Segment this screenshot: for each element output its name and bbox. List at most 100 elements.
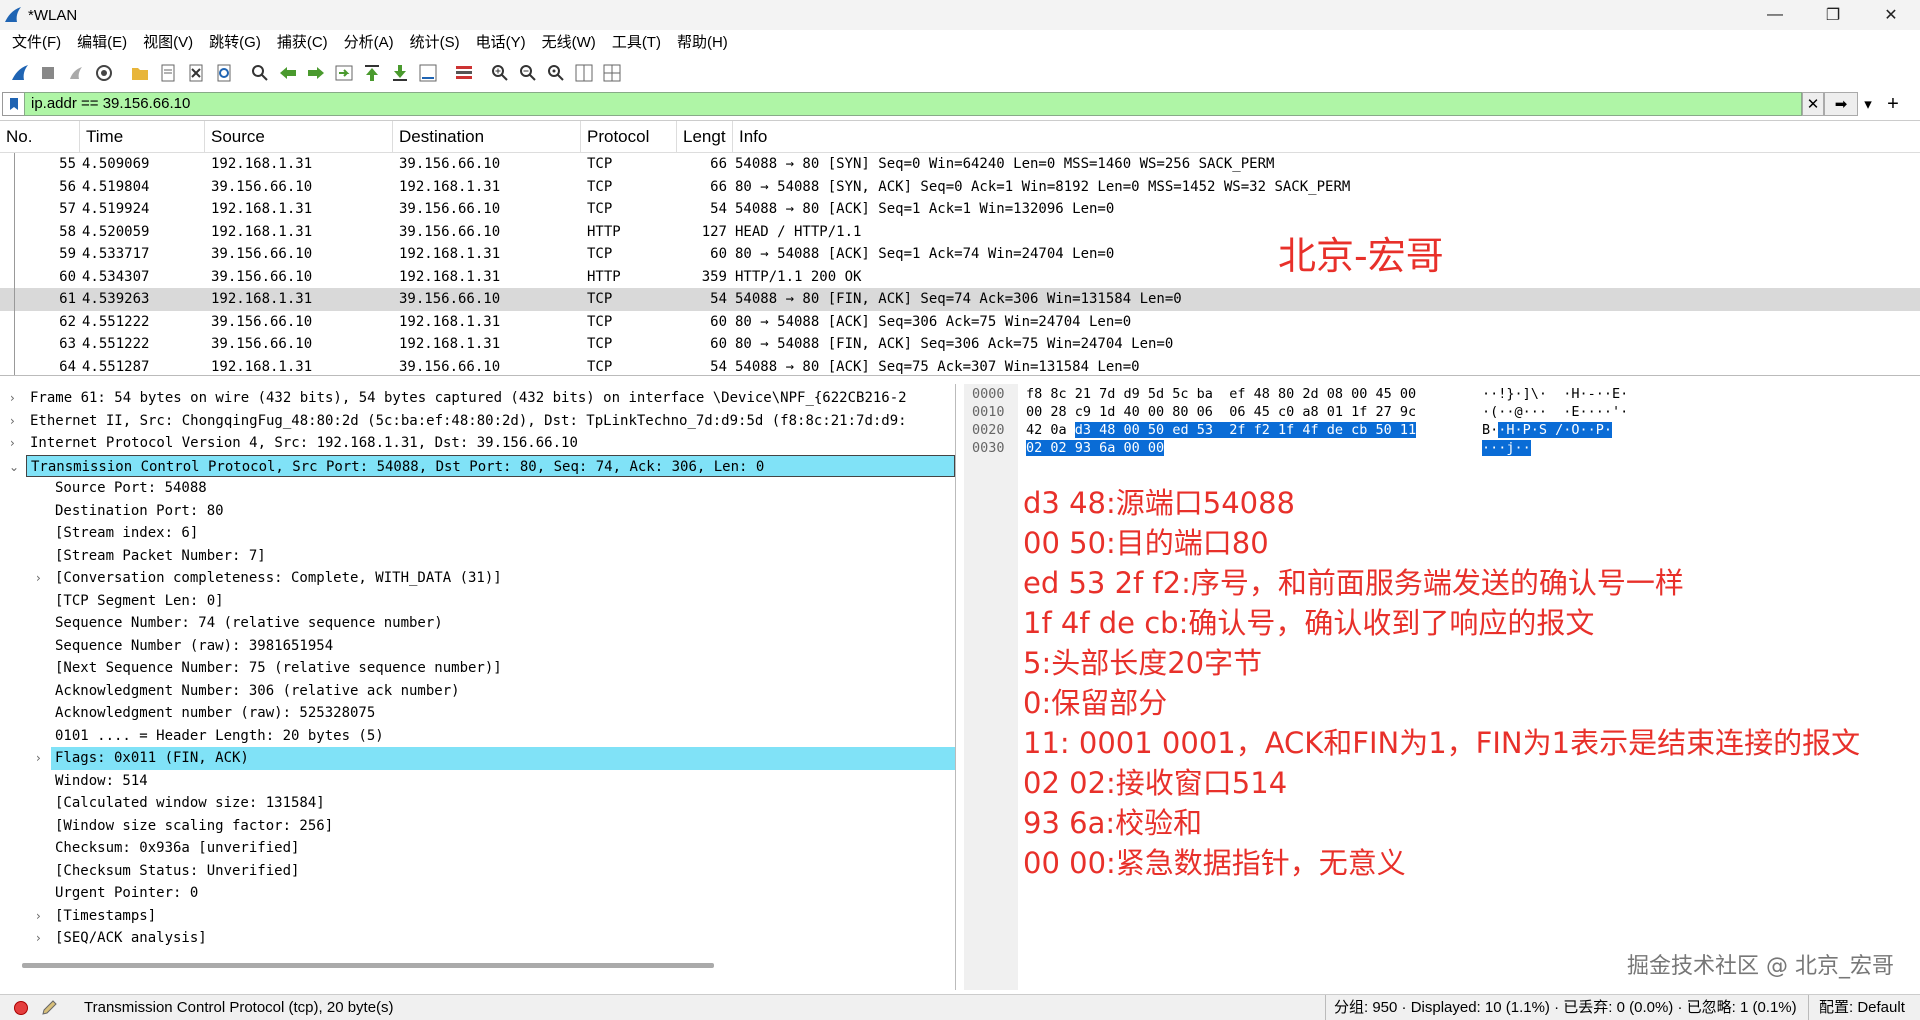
zoom-in-icon[interactable] xyxy=(486,60,514,86)
bytes-ascii-row[interactable]: B··H·P·S /·O··P· xyxy=(1482,421,1613,439)
menu-wireless[interactable]: 无线(W) xyxy=(534,30,604,56)
detail-seq-ack-analysis[interactable]: › [SEQ/ACK analysis] xyxy=(0,927,955,950)
bytes-hex-row[interactable]: 42 0a d3 48 00 50 ed 53 2f f2 1f 4f de c… xyxy=(1026,421,1417,439)
menu-edit[interactable]: 编辑(E) xyxy=(69,30,135,56)
detail-tcp[interactable]: ⌄ Transmission Control Protocol, Src Port… xyxy=(9,454,955,477)
apply-filter-icon[interactable]: ➡ xyxy=(1824,92,1858,116)
add-filter-button-icon[interactable]: + xyxy=(1878,92,1908,116)
go-to-packet-icon[interactable] xyxy=(330,60,358,86)
packet-row[interactable]: 57 4.519924 192.168.1.31 39.156.66.10 TCP 54 5… xyxy=(0,198,1920,221)
go-forward-icon[interactable] xyxy=(302,60,330,86)
column-header-no[interactable]: No. xyxy=(0,121,80,153)
reload-file-icon[interactable] xyxy=(210,60,238,86)
detail-checksum[interactable]: Checksum: 0x936a [unverified] xyxy=(0,837,955,860)
menu-go[interactable]: 跳转(G) xyxy=(201,30,269,56)
packet-cell-no: 63 xyxy=(59,336,76,353)
bytes-ascii-row[interactable]: ·(··@··· ·E····'· xyxy=(1482,403,1628,421)
detail-ack-number-raw[interactable]: Acknowledgment number (raw): 525328075 xyxy=(0,702,955,725)
last-packet-icon[interactable] xyxy=(386,60,414,86)
bytes-hex-row[interactable]: 02 02 93 6a 00 00 xyxy=(1026,439,1165,457)
packet-row[interactable]: 59 4.533717 39.156.66.10 192.168.1.31 TCP 60 8… xyxy=(0,243,1920,266)
find-packet-icon[interactable] xyxy=(246,60,274,86)
start-capture-icon[interactable] xyxy=(6,60,34,86)
detail-checksum-status[interactable]: [Checksum Status: Unverified] xyxy=(0,860,955,883)
capture-comment-icon[interactable] xyxy=(40,999,58,1017)
column-header-protocol[interactable]: Protocol xyxy=(581,121,677,153)
menu-view[interactable]: 视图(V) xyxy=(135,30,201,56)
detail-flags[interactable]: › Flags: 0x011 (FIN, ACK) xyxy=(36,747,955,770)
first-packet-icon[interactable] xyxy=(358,60,386,86)
column-header-time[interactable]: Time xyxy=(80,121,205,153)
bytes-ascii-row[interactable]: ··!}·]\· ·H·-··E· xyxy=(1482,385,1628,403)
packet-row[interactable]: 64 4.551287 192.168.1.31 39.156.66.10 TCP 54 5… xyxy=(0,355,1920,375)
details-horizontal-scrollbar[interactable] xyxy=(22,963,714,968)
bytes-ascii-row[interactable]: ···j·· xyxy=(1482,439,1531,457)
detail-segment-len[interactable]: [TCP Segment Len: 0] xyxy=(0,590,955,613)
expand-columns-icon[interactable] xyxy=(598,60,626,86)
detail-sequence-number[interactable]: Sequence Number: 74 (relative sequence n… xyxy=(0,612,955,635)
save-file-icon[interactable] xyxy=(154,60,182,86)
zoom-reset-icon[interactable] xyxy=(542,60,570,86)
restore-button[interactable]: ❐ xyxy=(1804,0,1862,30)
detail-urgent-pointer[interactable]: Urgent Pointer: 0 xyxy=(0,882,955,905)
status-profile[interactable]: 配置: Default xyxy=(1808,995,1905,1020)
column-header-info[interactable]: Info xyxy=(733,121,1920,153)
column-header-source[interactable]: Source xyxy=(205,121,393,153)
capture-options-icon[interactable] xyxy=(90,60,118,86)
restart-capture-icon[interactable] xyxy=(62,60,90,86)
detail-ip[interactable]: › Internet Protocol Version 4, Src: 192.1… xyxy=(0,432,955,455)
menu-capture[interactable]: 捕获(C) xyxy=(269,30,336,56)
bytes-hex-row[interactable]: 00 28 c9 1d 40 00 80 06 06 45 c0 a8 01 1… xyxy=(1026,403,1416,421)
detail-next-sequence-number[interactable]: [Next Sequence Number: 75 (relative sequ… xyxy=(0,657,955,680)
go-back-icon[interactable] xyxy=(274,60,302,86)
detail-conversation-completeness[interactable]: › [Conversation completeness: Complete, W… xyxy=(0,567,955,590)
menu-tools[interactable]: 工具(T) xyxy=(604,30,669,56)
detail-timestamps[interactable]: › [Timestamps] xyxy=(0,905,955,928)
detail-sequence-number-raw[interactable]: Sequence Number (raw): 3981651954 xyxy=(0,635,955,658)
auto-scroll-icon[interactable] xyxy=(414,60,442,86)
detail-ethernet[interactable]: › Ethernet II, Src: ChongqingFug_48:80:2d… xyxy=(0,410,955,433)
packet-row[interactable]: 60 4.534307 39.156.66.10 192.168.1.31 HTTP 35… xyxy=(0,265,1920,288)
detail-source-port[interactable]: Source Port: 54088 xyxy=(0,477,955,500)
packet-cell-proto: TCP xyxy=(587,336,613,353)
bytes-hex-row[interactable]: f8 8c 21 7d d9 5d 5c ba ef 48 80 2d 08 0… xyxy=(1026,385,1416,403)
clear-filter-icon[interactable]: ✕ xyxy=(1802,92,1824,116)
menu-file[interactable]: 文件(F) xyxy=(4,30,69,56)
menu-analyze[interactable]: 分析(A) xyxy=(336,30,402,56)
filter-history-dropdown-icon[interactable]: ▾ xyxy=(1858,92,1878,116)
column-header-length[interactable]: Lengt xyxy=(677,121,733,153)
packet-row[interactable]: 63 4.551222 39.156.66.10 192.168.1.31 TCP 60 8… xyxy=(0,333,1920,356)
packet-row[interactable]: 61 4.539263 192.168.1.31 39.156.66.10 TCP 54 5… xyxy=(0,288,1920,311)
detail-header-length[interactable]: 0101 .... = Header Length: 20 bytes (5) xyxy=(0,725,955,748)
packet-row[interactable]: 55 4.509069 192.168.1.31 39.156.66.10 TCP 66 5… xyxy=(0,153,1920,176)
packet-cell-time: 4.534307 xyxy=(82,268,150,285)
minimize-button[interactable]: — xyxy=(1746,0,1804,30)
detail-ack-number[interactable]: Acknowledgment Number: 306 (relative ack… xyxy=(0,680,955,703)
annotation-line: 00 00:紧急数据指针，无意义 xyxy=(1023,846,1406,880)
expert-info-icon[interactable] xyxy=(14,1000,28,1015)
packet-row[interactable]: 58 4.520059 192.168.1.31 39.156.66.10 HTTP 12… xyxy=(0,220,1920,243)
detail-window-scaling[interactable]: [Window size scaling factor: 256] xyxy=(0,815,955,838)
colorize-icon[interactable] xyxy=(450,60,478,86)
resize-columns-icon[interactable] xyxy=(570,60,598,86)
zoom-out-icon[interactable] xyxy=(514,60,542,86)
detail-stream-packet-number[interactable]: [Stream Packet Number: 7] xyxy=(0,545,955,568)
detail-destination-port[interactable]: Destination Port: 80 xyxy=(0,500,955,523)
display-filter-input[interactable]: ip.addr == 39.156.66.10 xyxy=(24,92,1802,116)
column-header-destination[interactable]: Destination xyxy=(393,121,581,153)
close-file-icon[interactable] xyxy=(182,60,210,86)
detail-calculated-window[interactable]: [Calculated window size: 131584] xyxy=(0,792,955,815)
detail-frame[interactable]: › Frame 61: 54 bytes on wire (432 bits), … xyxy=(0,387,955,410)
menu-telephony[interactable]: 电话(Y) xyxy=(468,30,534,56)
packet-row[interactable]: 62 4.551222 39.156.66.10 192.168.1.31 TCP 60 8… xyxy=(0,310,1920,333)
detail-stream-index[interactable]: [Stream index: 6] xyxy=(0,522,955,545)
open-file-icon[interactable] xyxy=(126,60,154,86)
close-button[interactable]: ✕ xyxy=(1862,0,1920,30)
stop-capture-icon[interactable] xyxy=(34,60,62,86)
menu-help[interactable]: 帮助(H) xyxy=(669,30,736,56)
detail-window[interactable]: Window: 514 xyxy=(0,770,955,793)
menu-statistics[interactable]: 统计(S) xyxy=(402,30,468,56)
packet-row[interactable]: 56 4.519804 39.156.66.10 192.168.1.31 TCP 66 8… xyxy=(0,175,1920,198)
filter-bookmark-icon[interactable] xyxy=(2,92,24,116)
packet-cell-len: 66 xyxy=(710,156,727,173)
